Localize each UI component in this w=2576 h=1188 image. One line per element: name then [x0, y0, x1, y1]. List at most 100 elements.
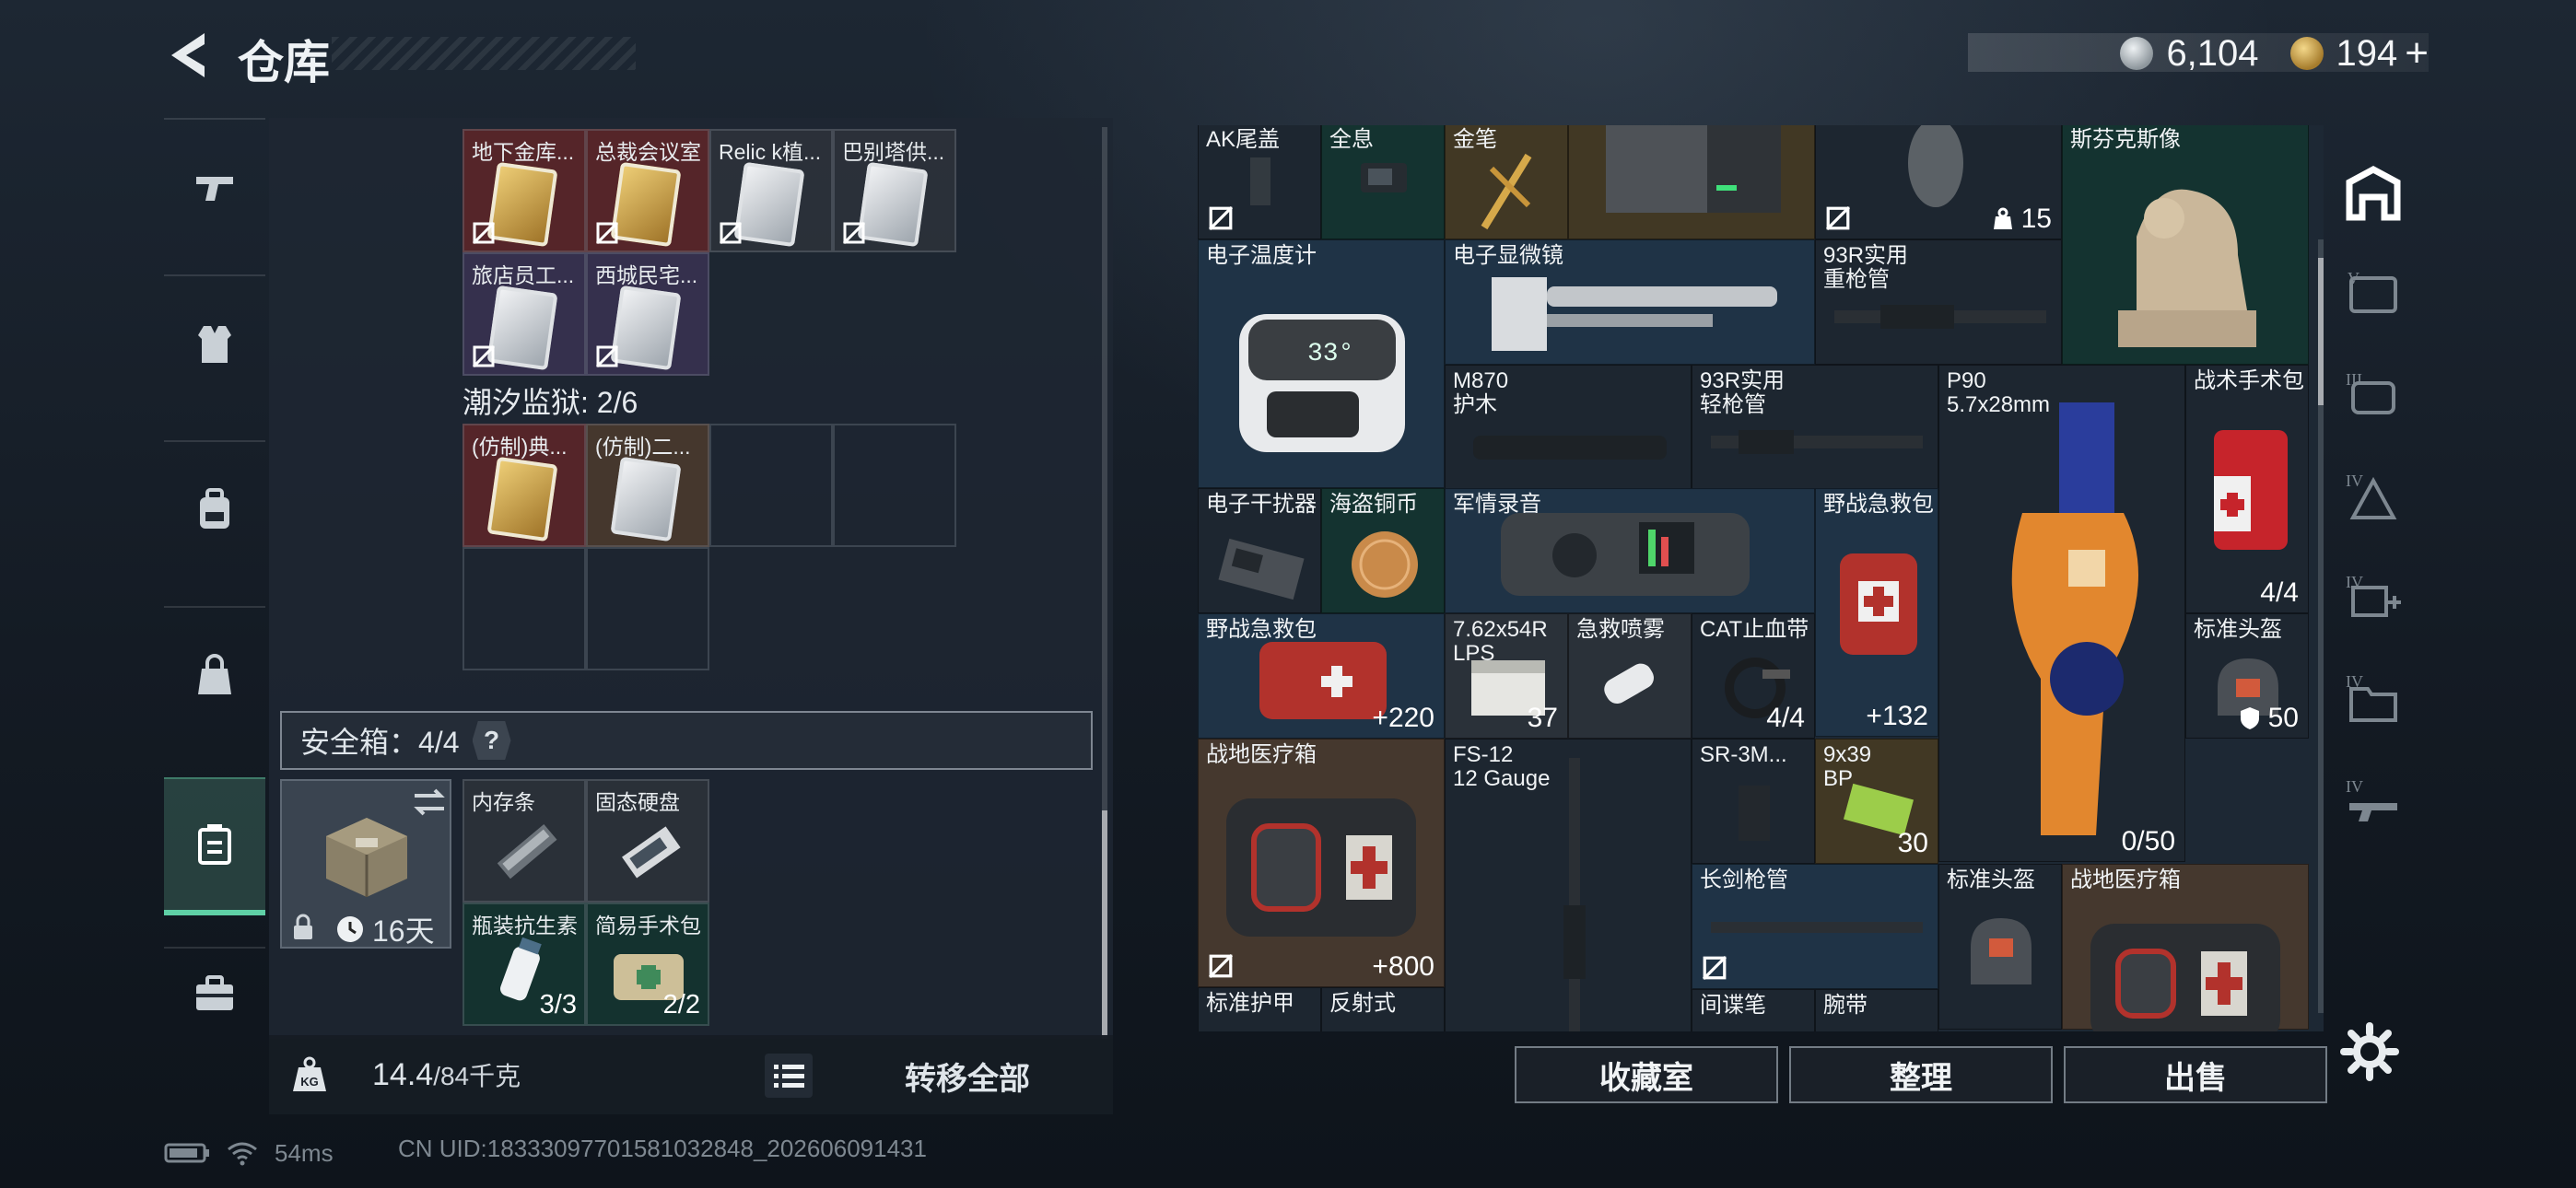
holo-sight-image [1361, 163, 1407, 192]
inventory-item[interactable]: 腕带 [1815, 989, 1938, 1031]
safebox-slot[interactable]: 固态硬盘 [586, 779, 709, 903]
filter-tier-3[interactable]: III [2327, 350, 2419, 442]
empty-slot[interactable] [586, 547, 709, 670]
currency-display[interactable]: 6,104 194 + [2120, 30, 2429, 76]
filter-tier-4-d[interactable]: IV [2327, 755, 2419, 847]
item-label: 内存条 [472, 790, 535, 814]
no-trade-icon [1209, 206, 1233, 230]
filter-tier-4-c[interactable]: IV [2327, 654, 2419, 746]
inventory-item[interactable]: 标准头盔 50 [2185, 613, 2309, 739]
item-label: 巴别塔供... [842, 140, 945, 164]
inventory-item[interactable]: 金笔 [1445, 125, 1568, 239]
stash-scroll-thumb[interactable] [1102, 810, 1107, 1035]
help-button[interactable]: ? [472, 721, 511, 760]
inventory-item[interactable]: 战地医疗箱 [2062, 864, 2309, 1031]
filter-tier-4-a[interactable]: IV [2327, 451, 2419, 543]
empty-slot[interactable] [463, 547, 586, 670]
svg-text:33°: 33° [1307, 340, 1353, 368]
settings-gear-icon[interactable] [2340, 1022, 2399, 1081]
inventory-item[interactable]: 反射式 [1321, 987, 1445, 1031]
inventory-item[interactable]: 长剑枪管 [1692, 864, 1938, 989]
list-view-icon[interactable] [765, 1054, 813, 1098]
nav-toolbox[interactable] [164, 947, 265, 1039]
sell-button[interactable]: 出售 [2064, 1046, 2327, 1103]
nav-armor[interactable] [164, 274, 265, 413]
stash-item-card[interactable]: 地下金库... [463, 129, 586, 252]
stash-item-card[interactable]: (仿制)二... [586, 424, 709, 547]
spray-can-image [1604, 663, 1654, 705]
stash-item-card[interactable]: Relic k植... [709, 129, 833, 252]
inventory-item[interactable]: SR-3M... [1692, 739, 1815, 864]
inventory-item[interactable]: 野战急救包 +132 [1815, 488, 1938, 737]
dust-cover-image [1250, 157, 1270, 205]
inventory-item[interactable]: FS-12 12 Gauge [1445, 739, 1692, 1031]
inventory-item[interactable]: 野战急救包 +220 [1198, 613, 1445, 739]
inventory-item[interactable]: 全息 [1321, 125, 1445, 239]
empty-slot[interactable] [709, 424, 833, 547]
stash-item-card[interactable]: (仿制)典... [463, 424, 586, 547]
nav-chest-rig[interactable] [164, 606, 265, 744]
item-label: 间谍笔 [1700, 993, 1766, 1018]
safebox-container[interactable]: 16天 [280, 779, 451, 949]
filter-tier-5[interactable]: V [2327, 249, 2419, 341]
inventory-item[interactable]: 标准头盔 [1938, 864, 2062, 1030]
inventory-item[interactable] [1568, 125, 1815, 239]
ping-value: 54ms [275, 1138, 334, 1167]
inventory-scroll-thumb[interactable] [2318, 258, 2324, 405]
helmet-image [1971, 918, 2032, 984]
stash-item-card[interactable]: 巴别塔供... [833, 129, 956, 252]
inventory-item[interactable]: 间谍笔 [1692, 989, 1815, 1031]
inventory-item[interactable]: 电子干扰器 [1198, 488, 1321, 613]
svg-text:IV: IV [2346, 777, 2363, 796]
item-label: 反射式 [1329, 991, 1396, 1016]
inventory-item[interactable]: M870 护木 [1445, 365, 1692, 490]
item-label: 标准头盔 [2194, 617, 2282, 642]
inventory-item[interactable]: 急救喷雾 [1568, 613, 1692, 739]
no-trade-icon [472, 221, 496, 245]
inventory-item[interactable]: 93R实用 重枪管 [1815, 239, 2062, 365]
inventory-item[interactable]: 7.62x54R LPS 37 [1445, 613, 1568, 739]
filter-all[interactable] [2327, 147, 2419, 239]
item-label: 金笔 [1453, 127, 1497, 152]
inventory-item[interactable]: CAT止血带 4/4 [1692, 613, 1815, 739]
nav-weapons[interactable] [164, 118, 265, 256]
safebox-slot[interactable]: 瓶装抗生素 3/3 [463, 903, 586, 1026]
inventory-item[interactable]: 标准护甲 [1198, 987, 1321, 1031]
bag-icon [198, 654, 231, 694]
empty-slot[interactable] [833, 424, 956, 547]
inventory-item[interactable]: 电子温度计 33° [1198, 239, 1445, 488]
inventory-item[interactable]: 93R实用 轻枪管 [1692, 365, 1938, 490]
inventory-item[interactable]: 9x39 BP 30 [1815, 739, 1938, 864]
no-trade-icon [595, 221, 619, 245]
stash-item-card[interactable]: 旅店员工... [463, 252, 586, 376]
nav-safebox[interactable] [164, 777, 265, 915]
svg-text:III: III [2346, 370, 2362, 389]
stash-item-card[interactable]: 西城民宅... [586, 252, 709, 376]
safebox-slot[interactable]: 简易手术包 2/2 [586, 903, 709, 1026]
swap-icon[interactable] [411, 786, 448, 818]
inventory-item[interactable]: P90 5.7x28mm 0/50 [1938, 365, 2185, 862]
add-currency-button[interactable]: + [2405, 30, 2429, 76]
inventory-item[interactable]: 战地医疗箱 +800 [1198, 739, 1445, 987]
nav-backpack[interactable] [164, 440, 265, 578]
stash-item-card[interactable]: 总裁会议室 [586, 129, 709, 252]
inventory-item[interactable]: 15 [1815, 125, 2062, 239]
filter-tier-4-b[interactable]: IV [2327, 553, 2419, 645]
back-arrow-icon[interactable] [162, 28, 217, 83]
item-quantity: +220 [1372, 703, 1434, 733]
item-label: 长剑枪管 [1700, 868, 1788, 892]
item-label: 战地医疗箱 [2070, 868, 2181, 892]
item-label: 瓶装抗生素 [472, 914, 578, 938]
backpack-icon [200, 488, 229, 529]
sort-button[interactable]: 整理 [1789, 1046, 2053, 1103]
inventory-item[interactable]: 海盗铜币 [1321, 488, 1445, 613]
collection-room-button[interactable]: 收藏室 [1515, 1046, 1778, 1103]
safebox-slot[interactable]: 内存条 [463, 779, 586, 903]
currency-silver-amount: 6,104 [2166, 32, 2259, 74]
inventory-item[interactable]: 斯芬克斯像 [2062, 125, 2309, 365]
transfer-all-button[interactable]: 转移全部 [905, 1054, 1030, 1099]
inventory-item[interactable]: 电子显微镜 [1445, 239, 1815, 365]
inventory-item[interactable]: AK尾盖 [1198, 125, 1321, 239]
inventory-item[interactable]: 军情录音 [1445, 488, 1815, 613]
inventory-item[interactable]: 战术手术包 4/4 [2185, 365, 2309, 613]
